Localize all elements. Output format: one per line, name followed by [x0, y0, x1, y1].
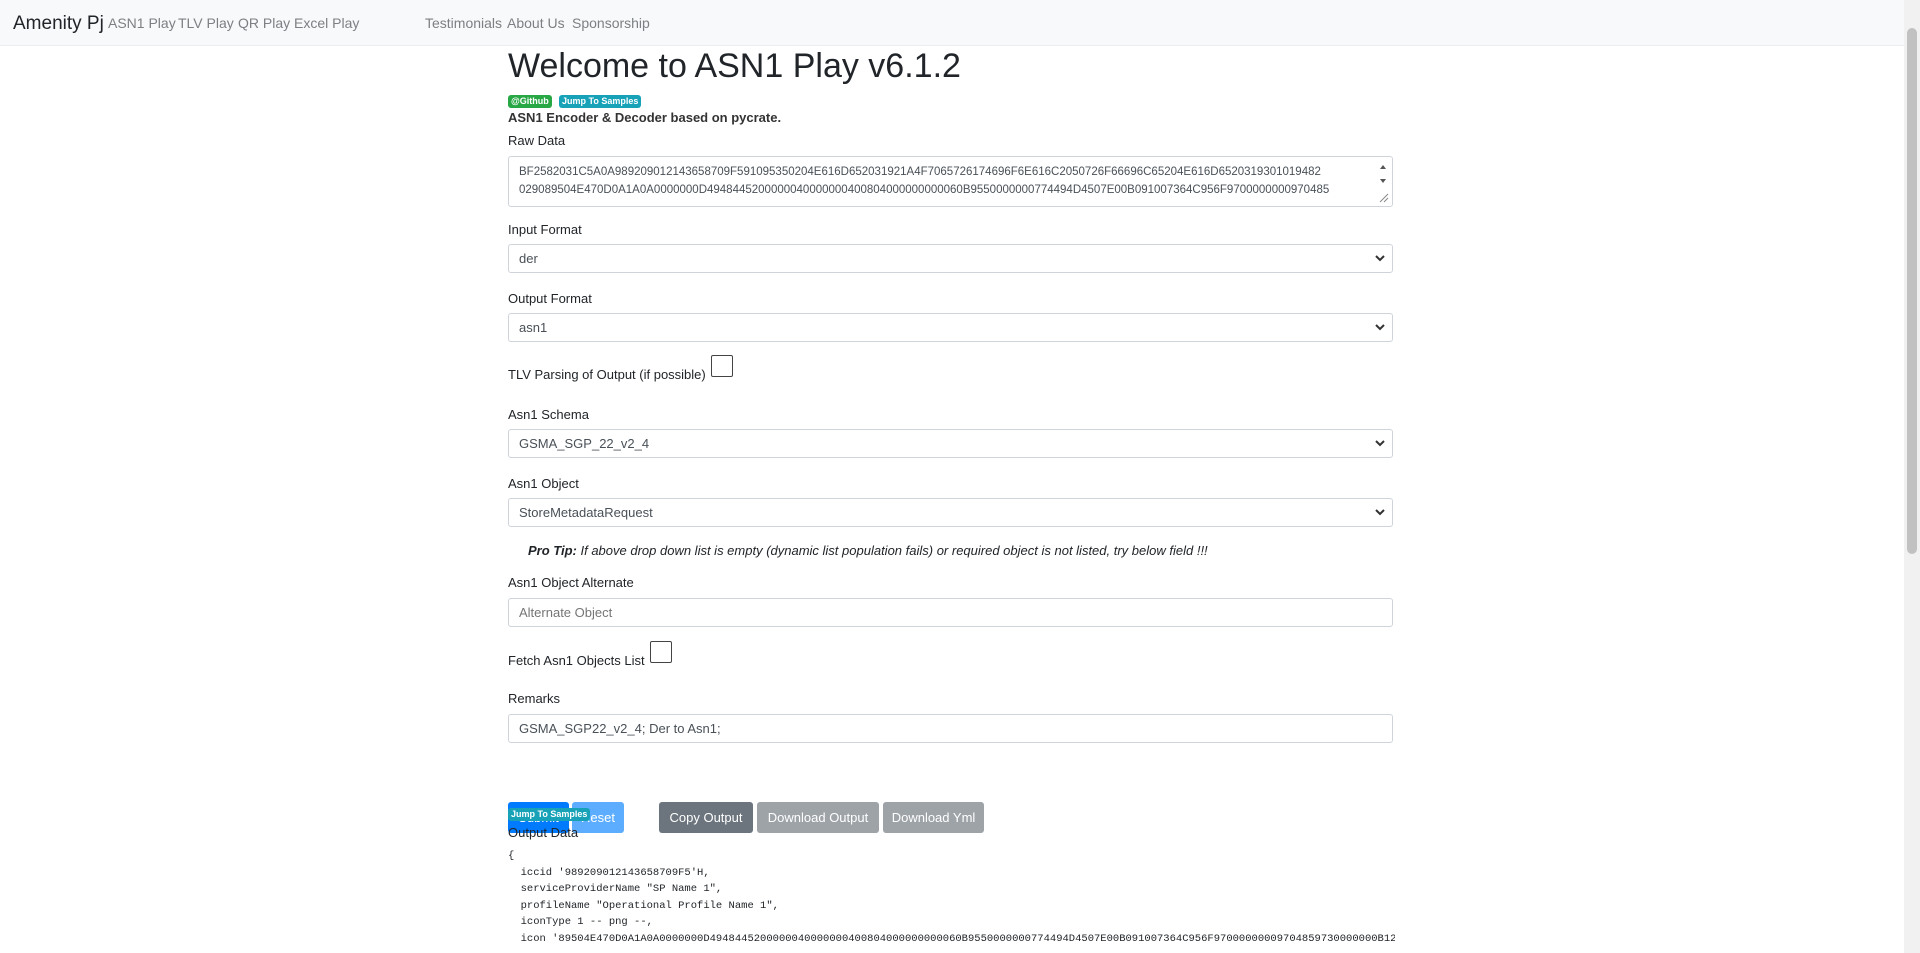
tlv-parsing-checkbox[interactable] [711, 355, 733, 377]
output-format-value: asn1 [519, 320, 548, 335]
chevron-down-icon [1375, 324, 1385, 331]
asn1-object-label: Asn1 Object [508, 476, 579, 491]
chevron-down-icon [1375, 440, 1385, 447]
copy-output-button[interactable]: Copy Output [659, 802, 753, 833]
page-scrollbar[interactable] [1904, 0, 1920, 953]
nav-asn1-play[interactable]: ASN1 Play [108, 15, 176, 31]
output-data-label: Output Data [508, 825, 579, 840]
fetch-objects-label: Fetch Asn1 Objects List [508, 653, 645, 668]
nav-qr-play[interactable]: QR Play [238, 15, 290, 31]
download-output-button[interactable]: Download Output [757, 802, 879, 833]
chevron-down-icon [1375, 255, 1385, 262]
chevron-down-icon [1375, 509, 1385, 516]
input-format-select[interactable]: der [508, 244, 1393, 273]
raw-data-label: Raw Data [508, 133, 566, 148]
asn1-object-value: StoreMetadataRequest [519, 505, 653, 520]
asn1-schema-select[interactable]: GSMA_SGP_22_v2_4 [508, 429, 1393, 458]
remarks-input[interactable]: GSMA_SGP22_v2_4; Der to Asn1; [508, 714, 1393, 743]
remarks-label: Remarks [508, 691, 561, 706]
raw-data-line-1: BF2582031C5A0A989209012143658709F5910953… [519, 166, 1321, 178]
fetch-objects-checkbox[interactable] [650, 641, 672, 663]
textarea-scroll-arrows-icon[interactable] [1376, 159, 1390, 204]
brand-link[interactable]: Amenity Pj [13, 13, 104, 35]
pro-tip-text: If above drop down list is empty (dynami… [576, 543, 1208, 558]
page-title: Welcome to ASN1 Play v6.1.2 [508, 47, 961, 85]
output-data: { iccid '989209012143658709F5'H, service… [508, 850, 1395, 945]
github-badge[interactable]: @Github [508, 95, 552, 108]
page-subtitle: ASN1 Encoder & Decoder based on pycrate. [508, 110, 782, 125]
jump-to-samples-badge-output[interactable]: Jump To Samples [508, 808, 591, 821]
output-format-select[interactable]: asn1 [508, 313, 1393, 342]
output-format-label: Output Format [508, 291, 592, 306]
nav-testimonials[interactable]: Testimonials [425, 15, 502, 31]
input-format-value: der [519, 251, 538, 266]
scrollbar-thumb[interactable] [1907, 28, 1917, 554]
tlv-parsing-label: TLV Parsing of Output (if possible) [508, 367, 706, 382]
asn1-object-alternate-label: Asn1 Object Alternate [508, 575, 634, 590]
remarks-value: GSMA_SGP22_v2_4; Der to Asn1; [519, 721, 721, 736]
asn1-schema-label: Asn1 Schema [508, 407, 589, 422]
top-navbar: Amenity Pj ASN1 Play TLV Play QR Play Ex… [0, 0, 1904, 46]
input-format-label: Input Format [508, 222, 582, 237]
pro-tip-bold: Pro Tip: [528, 543, 577, 558]
nav-sponsorship[interactable]: Sponsorship [572, 15, 650, 31]
download-yml-button[interactable]: Download Yml [883, 802, 984, 833]
pro-tip: Pro Tip: If above drop down list is empt… [528, 543, 1208, 558]
asn1-schema-value: GSMA_SGP_22_v2_4 [519, 436, 650, 451]
jump-to-samples-badge[interactable]: Jump To Samples [559, 95, 642, 108]
alternate-object-input[interactable] [508, 598, 1393, 627]
asn1-object-select[interactable]: StoreMetadataRequest [508, 498, 1393, 527]
nav-excel-play[interactable]: Excel Play [294, 15, 359, 31]
raw-data-textarea[interactable]: BF2582031C5A0A989209012143658709F5910953… [508, 156, 1393, 207]
nav-tlv-play[interactable]: TLV Play [178, 15, 234, 31]
raw-data-line-2: 029089504E470D0A1A0A0000000D494844520000… [519, 184, 1330, 196]
nav-about-us[interactable]: About Us [507, 15, 565, 31]
